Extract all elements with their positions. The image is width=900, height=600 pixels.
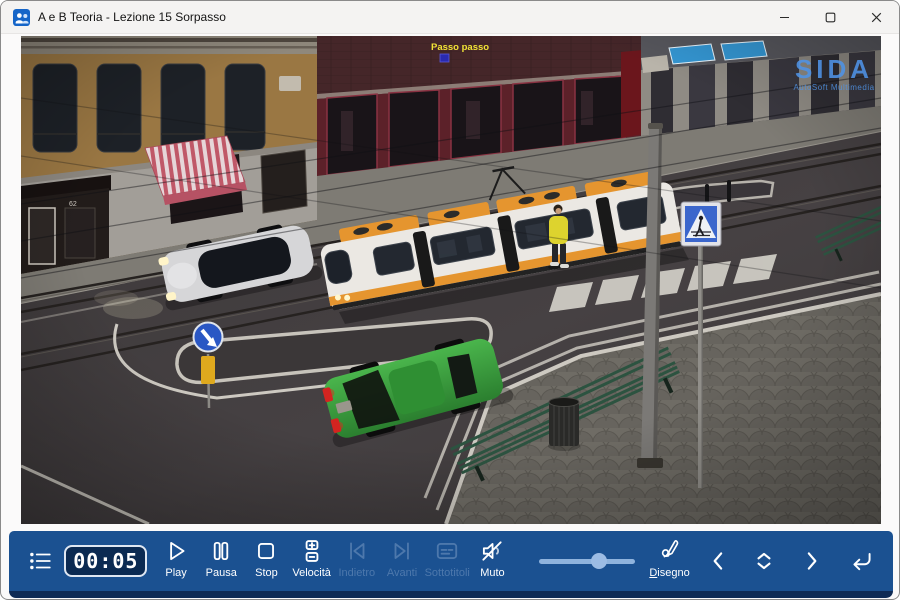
forward-label: Avanti xyxy=(387,568,417,579)
fullscreen-button[interactable] xyxy=(743,531,784,591)
pause-button[interactable]: Pausa xyxy=(199,531,244,591)
vignette xyxy=(21,36,881,524)
volume-track xyxy=(539,559,635,564)
timer-value: 00:05 xyxy=(73,549,138,573)
forward-button[interactable]: Avanti xyxy=(379,531,424,591)
return-button[interactable] xyxy=(842,531,883,591)
video-canvas[interactable]: 62 xyxy=(21,36,881,524)
play-button[interactable]: Play xyxy=(153,531,198,591)
street-scene: 62 xyxy=(21,36,881,524)
list-icon xyxy=(27,548,53,574)
window-title: A e B Teoria - Lezione 15 Sorpasso xyxy=(38,10,226,24)
app-icon xyxy=(13,9,30,26)
caption-marker xyxy=(440,54,449,62)
step-caption: Passo passo xyxy=(431,42,489,53)
back-label: Indietro xyxy=(338,568,375,579)
minimize-button[interactable] xyxy=(761,1,807,33)
skip-back-icon xyxy=(344,538,370,564)
back-button[interactable]: Indietro xyxy=(334,531,379,591)
return-arrow-icon xyxy=(849,548,875,574)
close-icon xyxy=(871,12,882,23)
stop-button[interactable]: Stop xyxy=(244,531,289,591)
chevrons-updown-icon xyxy=(751,548,777,574)
pen-icon xyxy=(657,538,683,564)
maximize-button[interactable] xyxy=(807,1,853,33)
previous-button[interactable] xyxy=(698,531,739,591)
volume-thumb[interactable] xyxy=(591,553,607,569)
volume-slider[interactable] xyxy=(539,552,635,570)
mute-icon xyxy=(479,538,505,564)
subtitles-icon xyxy=(434,538,460,564)
speed-plus-minus-icon xyxy=(299,538,325,564)
close-button[interactable] xyxy=(853,1,899,33)
subtitles-button[interactable]: Sottotitoli xyxy=(425,531,470,591)
subtitles-label: Sottotitoli xyxy=(425,568,470,579)
speed-button[interactable]: Velocità xyxy=(289,531,334,591)
pause-icon xyxy=(208,538,234,564)
maximize-icon xyxy=(825,12,836,23)
stop-label: Stop xyxy=(255,568,278,579)
mute-button[interactable]: Muto xyxy=(470,531,515,591)
stop-icon xyxy=(253,538,279,564)
speed-label: Velocità xyxy=(292,568,331,579)
window-controls xyxy=(761,1,899,33)
mute-label: Muto xyxy=(480,568,504,579)
next-button[interactable] xyxy=(791,531,832,591)
sida-logo-tagline: AutoSoft Multimedia xyxy=(793,83,874,92)
player-toolbar: 00:05 Play Pausa Stop Velocità xyxy=(9,531,893,591)
pause-label: Pausa xyxy=(206,568,237,579)
app-window: A e B Teoria - Lezione 15 Sorpasso xyxy=(0,0,900,600)
skip-forward-icon xyxy=(389,538,415,564)
titlebar: A e B Teoria - Lezione 15 Sorpasso xyxy=(1,1,899,34)
sida-logo: SIDA xyxy=(795,54,873,84)
play-icon xyxy=(163,538,189,564)
toolbar-footer xyxy=(9,591,893,598)
chevron-left-icon xyxy=(706,548,732,574)
draw-label: Disegno xyxy=(649,568,689,579)
chapters-button[interactable] xyxy=(19,531,60,591)
chevron-right-icon xyxy=(798,548,824,574)
minimize-icon xyxy=(779,12,790,23)
draw-button[interactable]: Disegno xyxy=(641,531,698,591)
timer-display: 00:05 xyxy=(64,545,147,577)
play-label: Play xyxy=(165,568,186,579)
